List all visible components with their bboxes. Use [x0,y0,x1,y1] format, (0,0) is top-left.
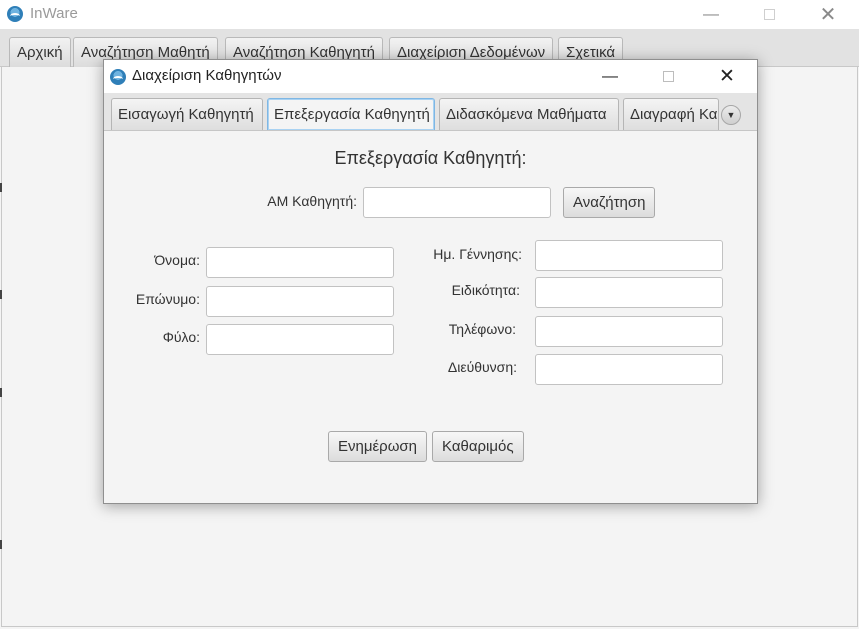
chevron-down-icon: ▼ [726,110,736,120]
first-name-input[interactable] [206,247,394,278]
main-close-button[interactable]: ✕ [805,0,851,29]
address-input[interactable] [535,354,723,385]
update-button[interactable]: Ενημέρωση [328,431,428,462]
tab-edit-teacher[interactable]: Επεξεργασία Καθηγητή [267,98,435,130]
main-window-title: InWare [30,5,78,22]
dialog-minimize-button[interactable]: — [581,60,639,93]
maximize-icon [662,71,674,82]
gender-label: Φύλο: [162,329,200,345]
dialog-close-button[interactable]: ✕ [698,60,756,93]
specialty-input[interactable] [535,277,723,308]
am-label: ΑΜ Καθηγητή: [267,193,357,209]
phone-input[interactable] [535,316,723,347]
dialog-title-bar: Διαχείριση Καθηγητών — ✕ [104,60,757,93]
gender-input[interactable] [206,324,394,355]
search-button[interactable]: Αναζήτηση [563,187,656,218]
dialog-tab-bar: Εισαγωγή Καθηγητή Επεξεργασία Καθηγητή Δ… [104,93,757,131]
clear-button[interactable]: Καθαριμός [432,431,524,462]
tab-insert-teacher[interactable]: Εισαγωγή Καθηγητή [111,98,263,130]
form-heading: Επεξεργασία Καθηγητή: [334,148,527,168]
tab-delete-teacher[interactable]: Διαγραφή Καθηγητή [623,98,719,130]
dialog-title: Διαχείριση Καθηγητών [132,67,282,84]
app-logo-icon [7,6,23,22]
edge-mark [0,183,2,192]
app-logo-icon [110,69,126,85]
tab-taught-courses[interactable]: Διδασκόμενα Μαθήματα [439,98,619,130]
dialog-maximize-button[interactable] [639,60,697,93]
last-name-input[interactable] [206,286,394,317]
main-title-bar: InWare — ✕ [0,0,859,29]
main-maximize-button[interactable] [746,0,792,29]
address-label: Διεύθυνση: [447,359,517,375]
birth-date-label: Ημ. Γέννησης: [433,246,522,262]
specialty-label: Ειδικότητα: [451,282,520,298]
maximize-icon [763,9,775,20]
last-name-label: Επώνυμο: [135,291,200,307]
main-minimize-button[interactable]: — [688,0,734,29]
edge-mark [0,540,2,549]
phone-label: Τηλέφωνο: [448,321,516,337]
am-input[interactable] [363,187,551,218]
tab-overflow-button[interactable]: ▼ [721,105,741,125]
edge-mark [0,290,2,299]
tab-home[interactable]: Αρχική [9,37,71,67]
minimize-icon: — [602,67,618,85]
minimize-icon: — [703,5,719,23]
edge-mark [0,388,2,397]
birth-date-input[interactable] [535,240,723,271]
teacher-management-dialog: Διαχείριση Καθηγητών — ✕ Εισαγωγή Καθηγη… [103,59,758,504]
first-name-label: Όνομα: [154,252,200,268]
close-icon: ✕ [719,66,735,87]
close-icon: ✕ [819,4,837,26]
